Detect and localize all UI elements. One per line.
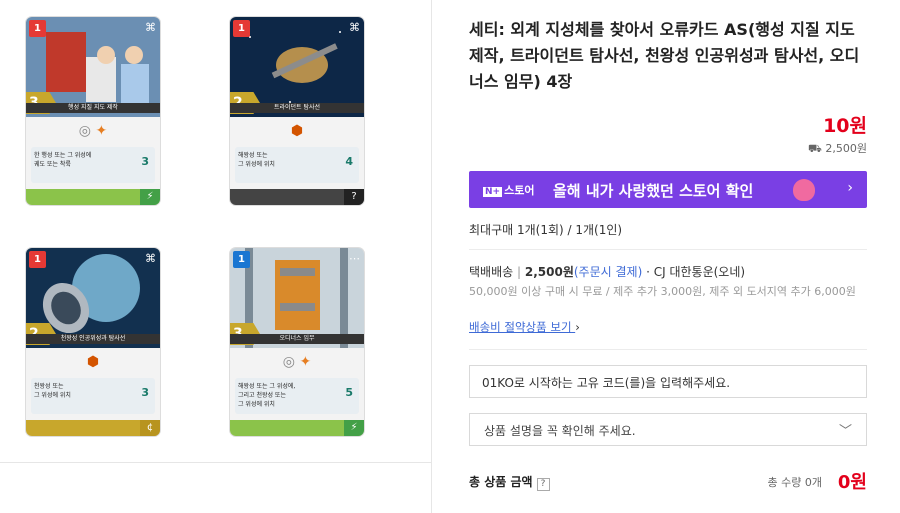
card-score: 3 [141, 386, 149, 399]
flame-icon: ⬢ [290, 123, 304, 139]
card-corner-icon: ⋯ [349, 252, 360, 265]
card-image: 1 ⌘ 3 행성 지질 지도 제작 ◎ ✦ 한 행성 또는 그 위성에 궤도 또… [26, 17, 160, 205]
divider [0, 462, 432, 463]
card-name: 천왕성 인공위성과 탐사선 [26, 334, 160, 344]
card-mission-text: 해왕성 또는 그 위성에, 그리고 천왕성 또는 그 위성에 위치 [238, 383, 296, 408]
chevron-down-icon: ﹀ [838, 424, 852, 439]
truck-icon: ⛟ [808, 142, 822, 155]
card-image: 1 ⌘ 2 천왕성 인공위성과 탐사선 ⬢ 천왕성 또는 그 위성에 위치3 ¢ [26, 248, 160, 436]
credit-icon: ¢ [140, 420, 160, 436]
card-image: 1 ⋯ 3 오디너스 임무 ◎ ✦ 해왕성 또는 그 위성에, 그리고 천왕성 … [230, 248, 364, 436]
card-score: 4 [345, 155, 353, 168]
fire-icon: ✦ [95, 123, 108, 139]
select-value: 상품 설명을 꼭 확인해 주세요. [484, 424, 636, 438]
fire-icon: ✦ [299, 354, 312, 370]
orbit-icon: ◎ [282, 354, 296, 370]
save-link-label: 배송비 절약상품 보기 [469, 320, 572, 334]
total-quantity: 총 수량 0개 [767, 476, 822, 489]
card-score: 5 [345, 386, 353, 399]
card-footer: ¢ [26, 420, 160, 436]
total-label: 총 상품 금액? [469, 473, 550, 491]
card-name: 오디너스 임무 [230, 334, 364, 344]
product-title: 세티: 외계 지성체를 찾아서 오류카드 AS(행성 지질 지도 제작, 트라이… [469, 20, 860, 91]
card-score: 3 [141, 155, 149, 168]
card-mission-text: 해왕성 또는 그 위성에 위치 [238, 152, 275, 168]
card-mission: 천왕성 또는 그 위성에 위치 3 [31, 378, 155, 414]
card-mission-text: 한 행성 또는 그 위성에 궤도 또는 착륙 [34, 152, 92, 168]
store-logo-text: 스토어 [504, 184, 535, 197]
heart-icon [793, 179, 815, 201]
card-cost: 1 [29, 20, 46, 37]
card-image: 1 ⌘ 2 트라이던트 탐사선 ⬢ 해왕성 또는 그 위성에 위치4 ? [230, 17, 364, 205]
help-icon[interactable]: ? [536, 478, 550, 491]
shipping-note: 50,000원 이상 구매 시 무료 / 제주 추가 3,000원, 제주 외 … [469, 285, 856, 298]
total-price: 0원 [837, 472, 867, 493]
product-option-select[interactable]: 상품 설명을 꼭 확인해 주세요. ﹀ [469, 413, 867, 446]
naver-plus-mark: N+ [483, 187, 503, 197]
card-resource-icons: ◎ ✦ [26, 117, 160, 145]
card-mission: 해왕성 또는 그 위성에 위치 4 [235, 147, 359, 183]
shipping-fee: 2,500원 [524, 265, 574, 279]
card-cost: 1 [233, 20, 250, 37]
card-mission: 한 행성 또는 그 위성에 궤도 또는 착륙 3 [31, 147, 155, 183]
card-cost: 1 [29, 251, 46, 268]
card-name: 트라이던트 탐사선 [230, 103, 364, 113]
shipping-type: 택배배송 [469, 265, 514, 279]
divider [469, 349, 867, 350]
chevron-right-icon: › [847, 180, 853, 196]
card-footer: ⚡ [26, 189, 160, 205]
naver-plus-store-logo: N+ 스토어 [483, 182, 534, 198]
shipping-fee-summary: ⛟ 2,500원 [808, 140, 867, 157]
card-mission: 해왕성 또는 그 위성에, 그리고 천왕성 또는 그 위성에 위치 5 [235, 378, 359, 414]
shipping-fee-value: 2,500원 [825, 142, 867, 155]
payment-timing: (주문시 결제) [573, 265, 643, 279]
product-image-area: 1 ⌘ 3 행성 지질 지도 제작 ◎ ✦ 한 행성 또는 그 위성에 궤도 또… [0, 0, 432, 513]
shipping-save-link[interactable]: 배송비 절약상품 보기 › [469, 319, 580, 335]
carrier: · CJ 대한통운(오네) [646, 265, 746, 279]
card-footer: ⚡ [230, 420, 364, 436]
card-corner-icon: ⌘ [145, 252, 156, 265]
separator: | [517, 265, 522, 279]
card-cost: 1 [233, 251, 250, 268]
unique-code-input[interactable]: 01KO로 시작하는 고유 코드(를)을 입력해주세요. [469, 365, 867, 398]
card-name: 행성 지질 지도 제작 [26, 103, 160, 113]
store-banner[interactable]: N+ 스토어 올해 내가 사랑했던 스토어 확인 › [469, 171, 867, 208]
lightning-icon: ⚡ [344, 420, 364, 436]
shipping-info: 택배배송 | 2,500원(주문시 결제) · CJ 대한통운(오네) [469, 263, 745, 280]
card-footer: ? [230, 189, 364, 205]
question-icon: ? [344, 189, 364, 205]
max-purchase: 최대구매 1개(1회) / 1개(1인) [469, 223, 623, 237]
product-price: 10원 [823, 115, 867, 137]
card-mission-text: 천왕성 또는 그 위성에 위치 [34, 383, 71, 399]
orbit-icon: ◎ [78, 123, 92, 139]
total-label-text: 총 상품 금액 [469, 475, 533, 489]
card-resource-icons: ⬢ [26, 348, 160, 376]
card-corner-icon: ⌘ [145, 21, 156, 34]
flame-icon: ⬢ [86, 354, 100, 370]
divider [469, 249, 867, 250]
card-corner-icon: ⌘ [349, 21, 360, 34]
lightning-icon: ⚡ [140, 189, 160, 205]
banner-text: 올해 내가 사랑했던 스토어 확인 [553, 182, 754, 200]
chevron-right-icon: › [575, 320, 580, 334]
card-resource-icons: ◎ ✦ [230, 348, 364, 376]
card-resource-icons: ⬢ [230, 117, 364, 145]
